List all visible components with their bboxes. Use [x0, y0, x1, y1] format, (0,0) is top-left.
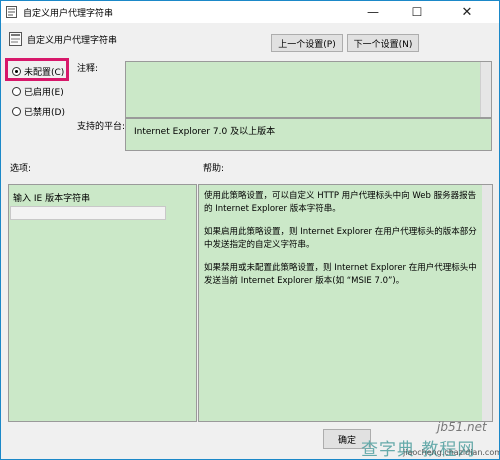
setting-title: 自定义用户代理字符串	[27, 36, 118, 46]
radio-unselected-icon	[12, 87, 21, 96]
close-icon: ✕	[461, 4, 473, 20]
radio-label: 已启用(E)	[24, 88, 64, 98]
ie-version-input[interactable]	[10, 206, 166, 220]
minimize-button[interactable]: —	[355, 1, 391, 23]
radio-selected-icon	[12, 67, 21, 76]
watermark-url: jiaocheng.chazidian.com	[403, 448, 500, 457]
minimize-icon: —	[367, 5, 379, 19]
options-label: 选项:	[10, 164, 32, 174]
help-paragraph: 使用此策略设置，可以自定义 HTTP 用户代理标头中向 Web 服务器报告的 I…	[204, 191, 477, 214]
ie-version-field-label: 输入 IE 版本字符串	[13, 194, 91, 204]
close-button[interactable]: ✕	[449, 1, 485, 23]
title-bar: 自定义用户代理字符串 — ☐ ✕	[1, 1, 499, 23]
policy-document-icon	[6, 6, 17, 18]
setting-icon	[9, 32, 22, 46]
policy-editor-window: 自定义用户代理字符串 — ☐ ✕ 自定义用户代理字符串 上一个设置(P) 下一个…	[0, 0, 500, 460]
help-paragraph: 如果禁用或未配置此策略设置，则 Internet Explorer 在用户代理标…	[204, 263, 477, 286]
comment-scrollbar[interactable]	[480, 62, 491, 117]
next-setting-button[interactable]: 下一个设置(N)	[347, 34, 419, 52]
watermark-site: jb51.net	[437, 420, 487, 434]
radio-disabled[interactable]: 已禁用(D)	[12, 105, 65, 118]
help-paragraph: 如果启用此策略设置，则 Internet Explorer 在用户代理标头的版本…	[204, 227, 477, 250]
platform-value: Internet Explorer 7.0 及以上版本	[134, 127, 276, 137]
comment-label: 注释:	[77, 64, 99, 74]
help-scrollbar[interactable]	[482, 185, 492, 421]
help-pane: 使用此策略设置，可以自定义 HTTP 用户代理标头中向 Web 服务器报告的 I…	[198, 184, 493, 422]
radio-unselected-icon	[12, 107, 21, 116]
help-label: 帮助:	[203, 164, 225, 174]
platform-box: Internet Explorer 7.0 及以上版本	[125, 118, 492, 151]
radio-not-configured[interactable]: 未配置(C)	[12, 65, 64, 78]
radio-enabled[interactable]: 已启用(E)	[12, 85, 64, 98]
maximize-button[interactable]: ☐	[399, 1, 435, 23]
maximize-icon: ☐	[411, 5, 423, 19]
previous-setting-button[interactable]: 上一个设置(P)	[271, 34, 343, 52]
radio-label: 未配置(C)	[24, 68, 65, 78]
comment-textarea[interactable]	[125, 61, 492, 118]
radio-label: 已禁用(D)	[24, 108, 65, 118]
window-title: 自定义用户代理字符串	[23, 9, 114, 19]
platform-label: 支持的平台:	[77, 122, 126, 132]
